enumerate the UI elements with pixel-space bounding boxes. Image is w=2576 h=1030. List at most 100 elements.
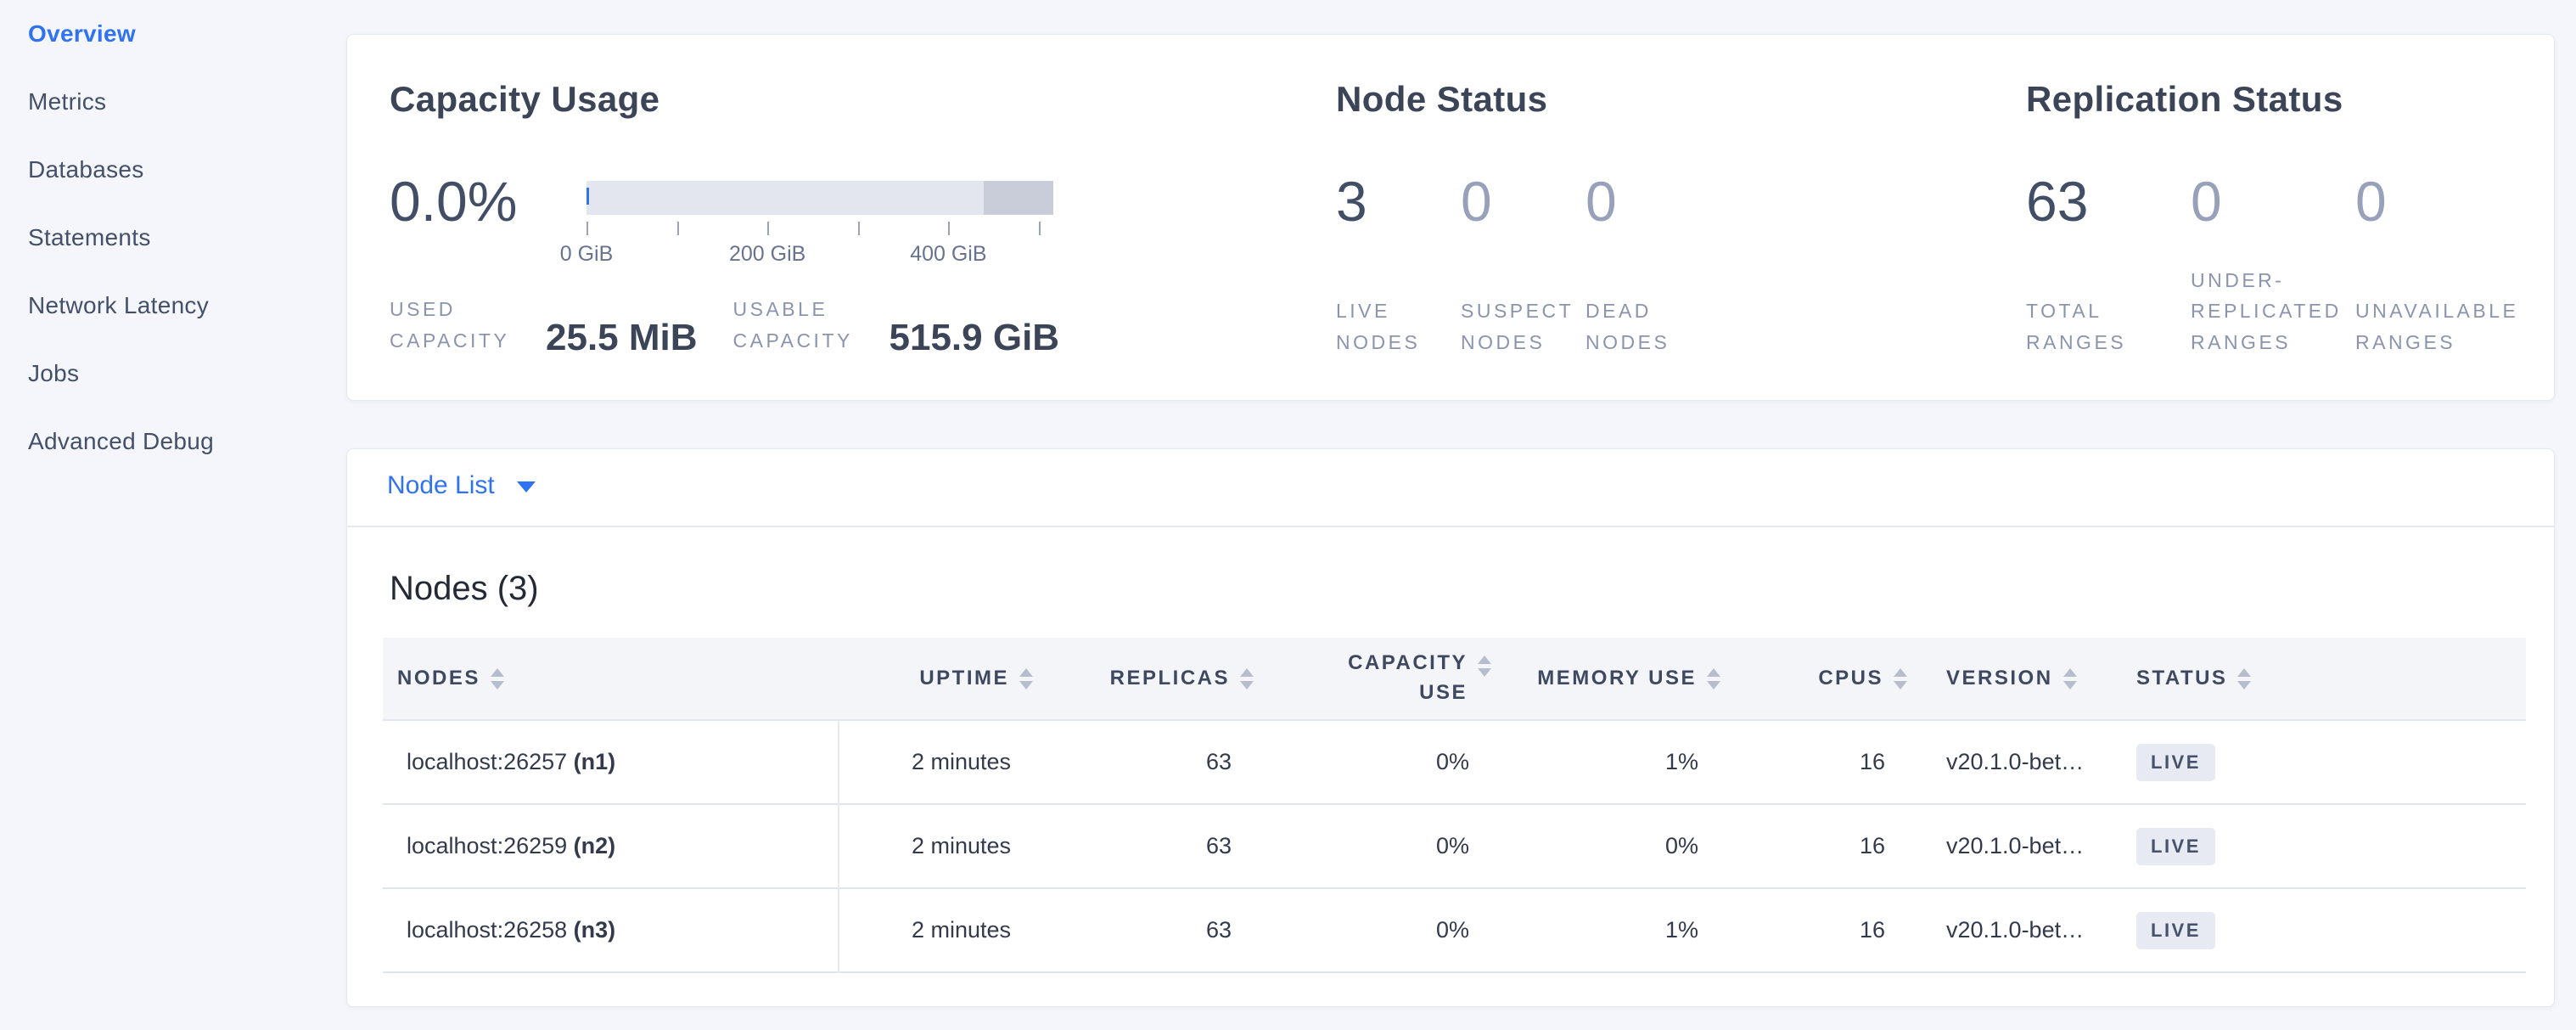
capacity-stat-value: 515.9 GiB	[890, 320, 1060, 356]
status-stat-label: LIVE NODES	[1336, 295, 1455, 357]
node-id: (n1)	[574, 749, 616, 774]
status-badge: LIVE	[2136, 744, 2215, 781]
status-stat-label: UNAVAILABLE RANGES	[2355, 295, 2520, 357]
status-stat-label: SUSPECT NODES	[1461, 295, 1580, 357]
status-badge: LIVE	[2136, 912, 2215, 949]
axis-tick-label: 200 GiB	[729, 242, 805, 267]
memory-use-cell: 1%	[1503, 720, 1732, 804]
status-cell: LIVE	[2123, 720, 2343, 804]
status-stat-value: 0	[1585, 171, 1710, 233]
node-status-section: Node Status 3 LIVE NODES 0 SUSPECT NODES…	[1336, 35, 1845, 400]
replication-status-title: Replication Status	[2026, 79, 2343, 120]
status-stat-label: TOTAL RANGES	[2026, 295, 2191, 357]
cpus-cell: 16	[1732, 720, 1919, 804]
sidebar-item[interactable]: Metrics	[0, 82, 346, 149]
capacity-use-cell: 0%	[1266, 888, 1503, 972]
sort-icon	[2063, 668, 2077, 689]
axis-tick	[948, 222, 950, 235]
axis-tick-label: 400 GiB	[910, 242, 986, 267]
status-cell: LIVE	[2123, 804, 2343, 888]
admin-ui-page: Overview Metrics Databases Statements Ne…	[0, 0, 2576, 1030]
capacity-usage-title: Capacity Usage	[390, 79, 659, 120]
sort-icon	[491, 668, 504, 689]
cpus-cell: 16	[1732, 804, 1919, 888]
status-stat: 63 TOTAL RANGES	[2026, 171, 2191, 357]
node-address-link[interactable]: localhost:26258	[407, 917, 567, 943]
node-address-link[interactable]: localhost:26257	[407, 749, 567, 774]
replication-status-section: Replication Status 63 TOTAL RANGES 0 UND…	[2026, 35, 2556, 400]
uptime-cell: 2 minutes	[839, 720, 1045, 804]
column-header-version[interactable]: VERSION	[1919, 638, 2123, 720]
table-row[interactable]: localhost:26258 (n3) 2 minutes 63 0% 1% …	[383, 888, 2526, 972]
table-row[interactable]: localhost:26257 (n1) 2 minutes 63 0% 1% …	[383, 720, 2526, 804]
column-header-capacity-use[interactable]: CAPACITY USE	[1266, 638, 1503, 720]
capacity-stat-label: USABLE CAPACITY	[733, 294, 878, 356]
axis-tick	[677, 222, 679, 235]
status-badge: LIVE	[2136, 828, 2215, 865]
status-stat: 0 UNDER-REPLICATED RANGES	[2191, 171, 2355, 357]
sidebar-item[interactable]: Databases	[0, 149, 346, 217]
sort-icon	[1240, 668, 1254, 689]
capacity-bar-reserved-segment	[984, 181, 1054, 215]
capacity-bar-used-segment	[586, 188, 589, 205]
capacity-use-cell: 0%	[1266, 720, 1503, 804]
status-stat-label: DEAD NODES	[1585, 295, 1704, 357]
sidebar-item[interactable]: Statements	[0, 217, 346, 285]
column-header-memory-use[interactable]: MEMORY USE	[1503, 638, 1732, 720]
node-list-dropdown[interactable]: Node List	[387, 471, 536, 500]
node-address-link[interactable]: localhost:26259	[407, 833, 567, 858]
status-cell: LIVE	[2123, 888, 2343, 972]
status-stat: 0 DEAD NODES	[1585, 171, 1710, 357]
sort-icon	[2237, 668, 2251, 689]
capacity-axis: 0 GiB200 GiB400 GiB	[586, 218, 1053, 278]
axis-tick	[858, 222, 860, 235]
column-header-nodes[interactable]: NODES	[383, 638, 839, 720]
capacity-stat-label: USED CAPACITY	[390, 294, 534, 356]
sidebar-item[interactable]: Advanced Debug	[0, 421, 346, 489]
column-header-status[interactable]: STATUS	[2123, 638, 2343, 720]
axis-tick	[586, 222, 588, 235]
status-stat: 0 SUSPECT NODES	[1461, 171, 1585, 357]
sort-icon	[1019, 668, 1033, 689]
status-stat-value: 0	[1461, 171, 1585, 233]
capacity-stats: USED CAPACITY 25.5 MiB USABLE CAPACITY 5…	[390, 294, 1059, 356]
node-id: (n3)	[574, 917, 616, 943]
capacity-stat: USABLE CAPACITY 515.9 GiB	[733, 294, 1060, 356]
sidebar-item[interactable]: Network Latency	[0, 285, 346, 353]
column-header-replicas[interactable]: REPLICAS	[1045, 638, 1266, 720]
version-cell: v20.1.0-bet…	[1919, 720, 2123, 804]
node-list-card: Node List Nodes (3) NODES UPTIME	[346, 448, 2555, 1007]
sidebar-item[interactable]: Overview	[0, 14, 346, 82]
status-stat: 3 LIVE NODES	[1336, 171, 1461, 357]
column-header-uptime[interactable]: UPTIME	[839, 638, 1045, 720]
capacity-use-cell: 0%	[1266, 804, 1503, 888]
replicas-cell: 63	[1045, 720, 1266, 804]
sort-icon	[1707, 668, 1720, 689]
capacity-stat-value: 25.5 MiB	[546, 320, 698, 356]
table-header-row: NODES UPTIME REPLICAS CAPACITY USE MEMOR…	[383, 638, 2526, 720]
status-stat-value: 63	[2026, 171, 2191, 233]
axis-tick-label: 0 GiB	[560, 242, 614, 267]
cluster-summary-card: Capacity Usage 0.0% 0 GiB200 GiB400 GiB …	[346, 34, 2555, 401]
column-header-cpus[interactable]: CPUS	[1732, 638, 1919, 720]
nodes-heading: Nodes (3)	[390, 570, 539, 608]
axis-tick	[767, 222, 769, 235]
sidebar-item[interactable]: Jobs	[0, 353, 346, 421]
version-cell: v20.1.0-bet…	[1919, 804, 2123, 888]
node-address-cell: localhost:26259 (n2)	[383, 804, 839, 888]
chevron-down-icon	[517, 481, 536, 492]
status-stat-value: 3	[1336, 171, 1461, 233]
version-cell: v20.1.0-bet…	[1919, 888, 2123, 972]
capacity-stat: USED CAPACITY 25.5 MiB	[390, 294, 698, 356]
status-stat: 0 UNAVAILABLE RANGES	[2355, 171, 2520, 357]
status-stat-value: 0	[2355, 171, 2520, 233]
capacity-bar	[586, 181, 1053, 215]
capacity-usage-section: Capacity Usage 0.0% 0 GiB200 GiB400 GiB …	[390, 35, 1306, 400]
replicas-cell: 63	[1045, 888, 1266, 972]
memory-use-cell: 0%	[1503, 804, 1732, 888]
cpus-cell: 16	[1732, 888, 1919, 972]
axis-tick	[1039, 222, 1041, 235]
nodes-table: NODES UPTIME REPLICAS CAPACITY USE MEMOR…	[383, 638, 2526, 973]
memory-use-cell: 1%	[1503, 888, 1732, 972]
table-row[interactable]: localhost:26259 (n2) 2 minutes 63 0% 0% …	[383, 804, 2526, 888]
